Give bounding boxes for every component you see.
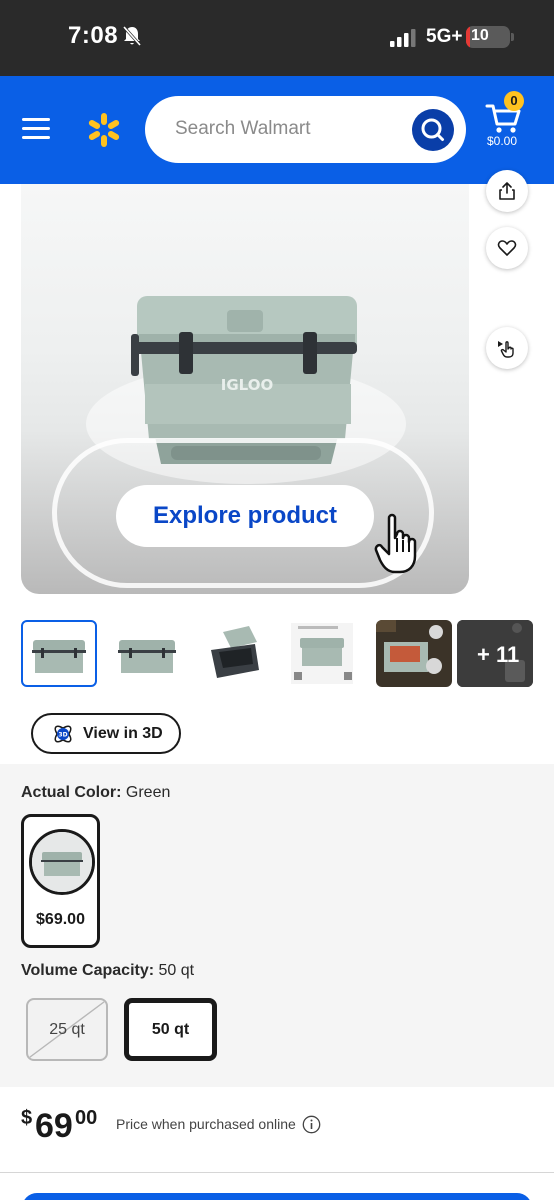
3d-icon: 3D	[54, 725, 72, 743]
walmart-spark-logo[interactable]	[86, 112, 122, 148]
interactive-view-button[interactable]	[486, 327, 528, 369]
view-in-3d-button[interactable]: 3D View in 3D	[31, 713, 181, 754]
thumbnail-strip: + 11	[21, 620, 533, 687]
volume-option-label: 50 qt	[151, 1020, 190, 1038]
search-icon	[421, 118, 444, 141]
price-currency: $	[21, 1107, 33, 1129]
share-icon	[499, 182, 515, 200]
battery-level	[466, 26, 471, 48]
color-value: Green	[125, 784, 171, 801]
status-bar: 7:08 5G+ 10	[0, 0, 554, 76]
battery-icon: 10	[466, 26, 510, 48]
volume-option-25qt[interactable]: 25 qt	[26, 998, 108, 1061]
volume-option-label: 25 qt	[49, 1020, 85, 1038]
variants-panel: Actual Color: Green $69.00 Volume Capaci…	[0, 764, 554, 1087]
signal-icon	[390, 29, 416, 47]
thumbnail-3[interactable]	[199, 620, 275, 687]
thumbnail-open-cooler-image	[211, 626, 259, 678]
3d-badge-text: 3D	[58, 731, 67, 738]
tap-interact-icon	[498, 341, 514, 358]
price-dollars: 69	[35, 1107, 73, 1145]
more-images-count: + 11	[477, 642, 520, 667]
thumbnail-lifestyle-image	[376, 620, 452, 687]
network-type: 5G+	[426, 26, 463, 47]
color-row: Actual Color: Green	[21, 784, 170, 802]
cart-count-badge: 0	[504, 91, 524, 111]
swatch-image	[29, 829, 95, 895]
thumbnail-dimensions-image	[291, 623, 353, 684]
share-button[interactable]	[486, 170, 528, 212]
thumbnail-2[interactable]	[109, 620, 185, 687]
add-to-cart-button[interactable]	[22, 1193, 532, 1200]
header: 0 $0.00	[0, 76, 554, 184]
status-time: 7:08	[68, 22, 119, 49]
price-cents: 00	[75, 1107, 98, 1129]
color-swatch-price: $69.00	[36, 911, 85, 928]
bell-off-icon	[122, 26, 142, 46]
menu-button[interactable]	[22, 118, 50, 140]
volume-value: 50 qt	[158, 962, 195, 979]
color-swatch-green[interactable]: $69.00	[21, 814, 100, 948]
thumbnail-4[interactable]	[288, 620, 364, 687]
divider	[0, 1172, 554, 1173]
heart-icon	[497, 240, 517, 256]
favorite-button[interactable]	[486, 227, 528, 269]
cooler-brand-text: IGLOO	[221, 376, 273, 394]
search-button[interactable]	[412, 109, 454, 151]
thumbnail-5[interactable]	[376, 620, 452, 687]
color-label: Actual Color:	[21, 784, 122, 801]
info-icon[interactable]	[302, 1115, 321, 1134]
thumbnail-cooler-image	[32, 640, 86, 673]
view-in-3d-label: View in 3D	[83, 725, 163, 742]
volume-row: Volume Capacity: 50 qt	[21, 962, 194, 980]
search-bar[interactable]	[145, 96, 466, 163]
explore-product-button[interactable]: Explore product	[116, 485, 374, 547]
search-input[interactable]	[175, 114, 395, 144]
price-note: Price when purchased online	[116, 1116, 296, 1132]
battery-nub	[511, 33, 514, 41]
thumbnail-cooler-image	[118, 640, 176, 673]
volume-option-50qt[interactable]: 50 qt	[124, 998, 217, 1061]
product-image[interactable]: IGLOO Explore product	[21, 184, 469, 594]
volume-label: Volume Capacity:	[21, 962, 155, 979]
thumbnail-more[interactable]: + 11	[457, 620, 533, 687]
thumbnail-1[interactable]	[21, 620, 97, 687]
swatch-cooler-image	[32, 832, 92, 892]
cart-total: $0.00	[486, 134, 518, 148]
battery-percent: 10	[471, 27, 489, 44]
hand-pointer-icon	[374, 513, 417, 574]
